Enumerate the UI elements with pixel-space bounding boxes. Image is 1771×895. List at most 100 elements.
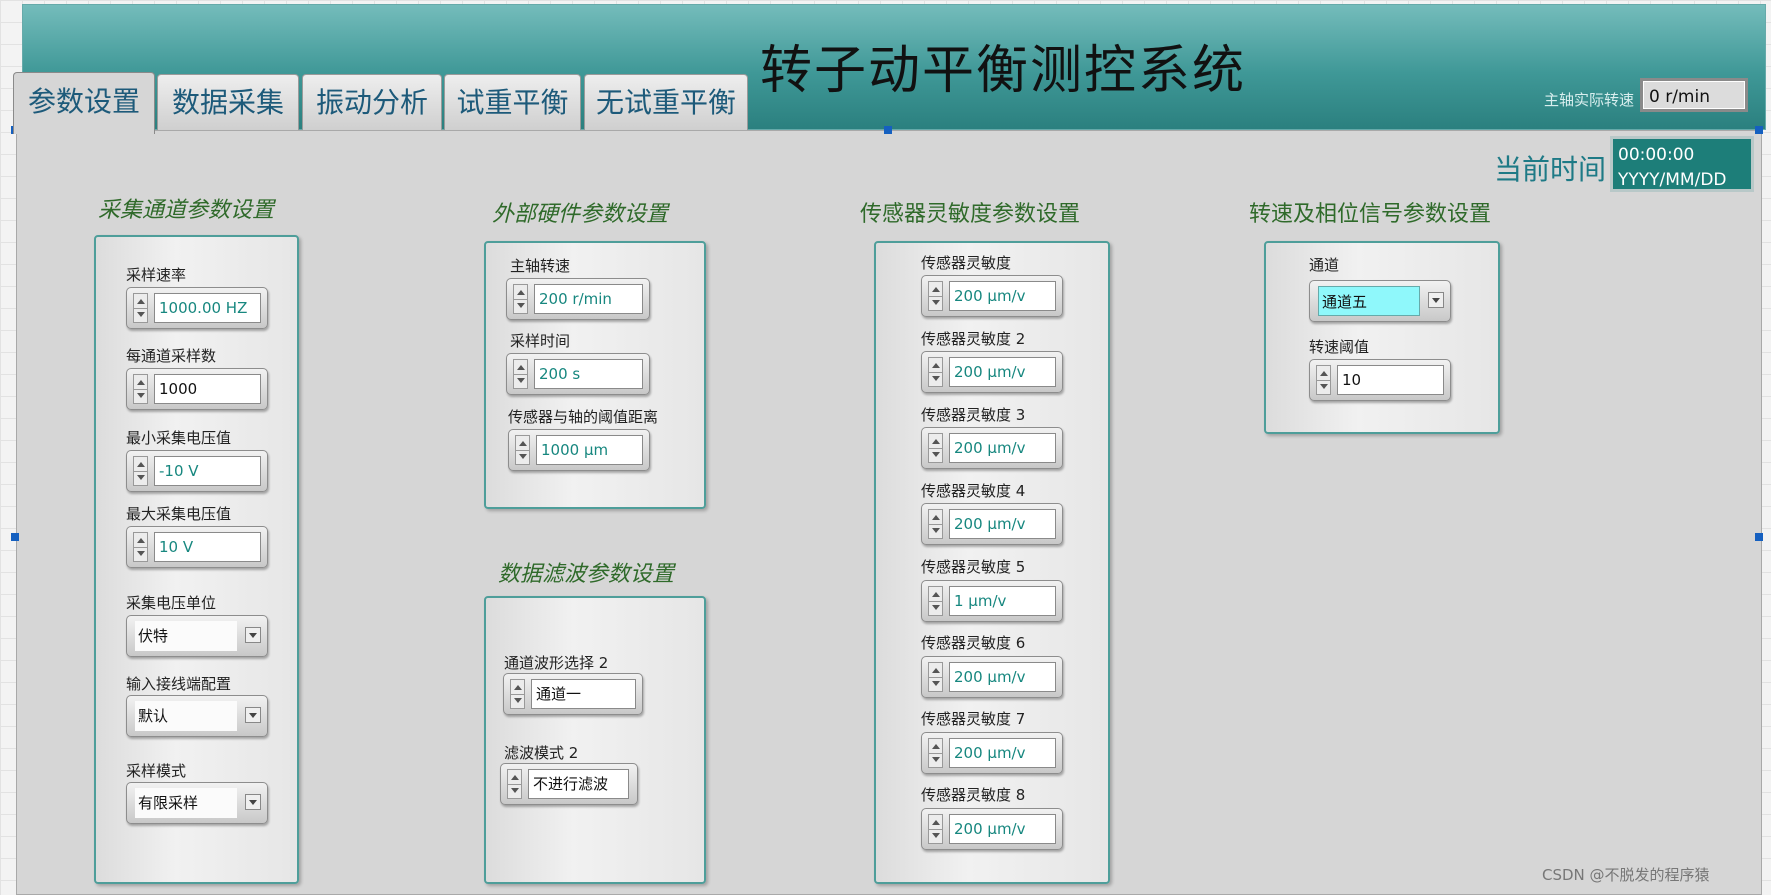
spin-buttons[interactable] bbox=[513, 284, 528, 314]
chevron-down-icon[interactable] bbox=[245, 794, 261, 810]
sensor-4-label: 传感器灵敏度 4 bbox=[921, 482, 1026, 500]
hw-section-title: 外部硬件参数设置 bbox=[492, 202, 669, 227]
spin-buttons[interactable] bbox=[928, 738, 943, 768]
terminal-config-value: 默认 bbox=[135, 701, 237, 731]
selection-handle[interactable] bbox=[11, 533, 19, 541]
sensor-2-input[interactable]: 200 μm/v bbox=[949, 357, 1056, 387]
spin-buttons[interactable] bbox=[133, 456, 148, 486]
current-time-display: 00:00:00 YYYY/MM/DD bbox=[1610, 136, 1754, 192]
sample-mode-dropdown[interactable]: 有限采样 bbox=[126, 782, 268, 824]
min-voltage-input[interactable]: -10 V bbox=[154, 456, 261, 486]
spin-buttons[interactable] bbox=[133, 374, 148, 404]
sensor-1-control[interactable]: 200 μm/v bbox=[921, 275, 1063, 317]
speed-threshold-control[interactable]: 10 bbox=[1309, 359, 1451, 401]
spindle-speed-setting-input[interactable]: 200 r/min bbox=[534, 284, 643, 314]
spin-buttons[interactable] bbox=[928, 814, 943, 844]
threshold-distance-input[interactable]: 1000 μm bbox=[536, 435, 643, 465]
sensor-1-label: 传感器灵敏度 bbox=[921, 254, 1012, 272]
spindle-speed-label: 主轴实际转速 bbox=[1544, 91, 1635, 109]
tab-trial-weight-balance[interactable]: 试重平衡 bbox=[444, 74, 581, 130]
filter-mode-control[interactable]: 不进行滤波 bbox=[500, 763, 638, 805]
sensor-7-control[interactable]: 200 μm/v bbox=[921, 732, 1063, 774]
sensor-5-input[interactable]: 1 μm/v bbox=[949, 586, 1056, 616]
threshold-distance-label: 传感器与轴的阈值距离 bbox=[508, 408, 659, 426]
current-time-label: 当前时间 bbox=[1494, 153, 1607, 186]
voltage-unit-label: 采集电压单位 bbox=[126, 594, 217, 612]
sensor-section-title: 传感器灵敏度参数设置 bbox=[860, 202, 1081, 227]
acq-section-title: 采集通道参数设置 bbox=[98, 198, 275, 223]
sensor-1-input[interactable]: 200 μm/v bbox=[949, 281, 1056, 311]
spin-buttons[interactable] bbox=[515, 435, 530, 465]
spin-buttons[interactable] bbox=[928, 509, 943, 539]
chevron-down-icon[interactable] bbox=[245, 707, 261, 723]
sensor-7-label: 传感器灵敏度 7 bbox=[921, 710, 1026, 728]
tab-no-trial-weight-balance[interactable]: 无试重平衡 bbox=[584, 74, 748, 130]
terminal-config-dropdown[interactable]: 默认 bbox=[126, 695, 268, 737]
spindle-speed-setting-label: 主轴转速 bbox=[510, 257, 571, 275]
channel-value: 通道五 bbox=[1318, 286, 1420, 316]
spin-buttons[interactable] bbox=[510, 679, 525, 709]
sample-rate-input[interactable]: 1000.00 HZ bbox=[154, 293, 261, 323]
sensor-4-control[interactable]: 200 μm/v bbox=[921, 503, 1063, 545]
speed-phase-section-title: 转速及相位信号参数设置 bbox=[1249, 202, 1492, 227]
tab-parameter-settings[interactable]: 参数设置 bbox=[13, 72, 155, 134]
waveform-select-control[interactable]: 通道一 bbox=[503, 673, 643, 715]
sensor-3-control[interactable]: 200 μm/v bbox=[921, 427, 1063, 469]
samples-per-channel-input[interactable]: 1000 bbox=[154, 374, 261, 404]
spin-buttons[interactable] bbox=[507, 769, 522, 799]
channel-dropdown[interactable]: 通道五 bbox=[1309, 280, 1451, 322]
chevron-down-icon[interactable] bbox=[1428, 292, 1444, 308]
threshold-distance-control[interactable]: 1000 μm bbox=[508, 429, 650, 471]
sample-rate-control[interactable]: 1000.00 HZ bbox=[126, 287, 268, 329]
tab-data-acquisition[interactable]: 数据采集 bbox=[157, 74, 299, 130]
sensor-8-control[interactable]: 200 μm/v bbox=[921, 808, 1063, 850]
max-voltage-label: 最大采集电压值 bbox=[126, 505, 232, 523]
max-voltage-input[interactable]: 10 V bbox=[154, 532, 261, 562]
sensor-3-label: 传感器灵敏度 3 bbox=[921, 406, 1026, 424]
spin-buttons[interactable] bbox=[133, 532, 148, 562]
tab-vibration-analysis[interactable]: 振动分析 bbox=[302, 74, 442, 130]
filter-group bbox=[484, 596, 706, 884]
sample-time-label: 采样时间 bbox=[510, 332, 571, 350]
sensor-8-input[interactable]: 200 μm/v bbox=[949, 814, 1056, 844]
chevron-down-icon[interactable] bbox=[245, 627, 261, 643]
samples-per-channel-control[interactable]: 1000 bbox=[126, 368, 268, 410]
speed-phase-group bbox=[1264, 241, 1500, 434]
current-time-value: 00:00:00 bbox=[1618, 145, 1695, 165]
sensor-6-control[interactable]: 200 μm/v bbox=[921, 656, 1063, 698]
sensor-3-input[interactable]: 200 μm/v bbox=[949, 433, 1056, 463]
voltage-unit-value: 伏特 bbox=[135, 621, 237, 651]
min-voltage-control[interactable]: -10 V bbox=[126, 450, 268, 492]
max-voltage-control[interactable]: 10 V bbox=[126, 526, 268, 568]
filter-mode-label: 滤波模式 2 bbox=[504, 744, 579, 762]
filter-mode-input[interactable]: 不进行滤波 bbox=[528, 769, 629, 799]
sensor-6-input[interactable]: 200 μm/v bbox=[949, 662, 1056, 692]
app-title: 转子动平衡测控系统 bbox=[760, 41, 1247, 101]
waveform-select-label: 通道波形选择 2 bbox=[504, 654, 609, 672]
filter-section-title: 数据滤波参数设置 bbox=[498, 562, 675, 587]
spindle-speed-setting-control[interactable]: 200 r/min bbox=[506, 278, 650, 320]
sensor-7-input[interactable]: 200 μm/v bbox=[949, 738, 1056, 768]
spin-buttons[interactable] bbox=[133, 293, 148, 323]
min-voltage-label: 最小采集电压值 bbox=[126, 429, 232, 447]
samples-per-channel-label: 每通道采样数 bbox=[126, 347, 217, 365]
channel-label: 通道 bbox=[1309, 256, 1340, 274]
voltage-unit-dropdown[interactable]: 伏特 bbox=[126, 615, 268, 657]
sensor-5-control[interactable]: 1 μm/v bbox=[921, 580, 1063, 622]
sample-time-input[interactable]: 200 s bbox=[534, 359, 643, 389]
selection-handle[interactable] bbox=[1755, 126, 1763, 134]
spin-buttons[interactable] bbox=[513, 359, 528, 389]
sample-time-control[interactable]: 200 s bbox=[506, 353, 650, 395]
spin-buttons[interactable] bbox=[928, 281, 943, 311]
selection-handle[interactable] bbox=[1755, 533, 1763, 541]
speed-threshold-input[interactable]: 10 bbox=[1337, 365, 1444, 395]
spin-buttons[interactable] bbox=[1316, 365, 1331, 395]
spin-buttons[interactable] bbox=[928, 357, 943, 387]
sensor-2-control[interactable]: 200 μm/v bbox=[921, 351, 1063, 393]
spin-buttons[interactable] bbox=[928, 662, 943, 692]
spin-buttons[interactable] bbox=[928, 433, 943, 463]
spin-buttons[interactable] bbox=[928, 586, 943, 616]
sensor-4-input[interactable]: 200 μm/v bbox=[949, 509, 1056, 539]
waveform-select-input[interactable]: 通道一 bbox=[531, 679, 636, 709]
selection-handle[interactable] bbox=[884, 126, 892, 134]
